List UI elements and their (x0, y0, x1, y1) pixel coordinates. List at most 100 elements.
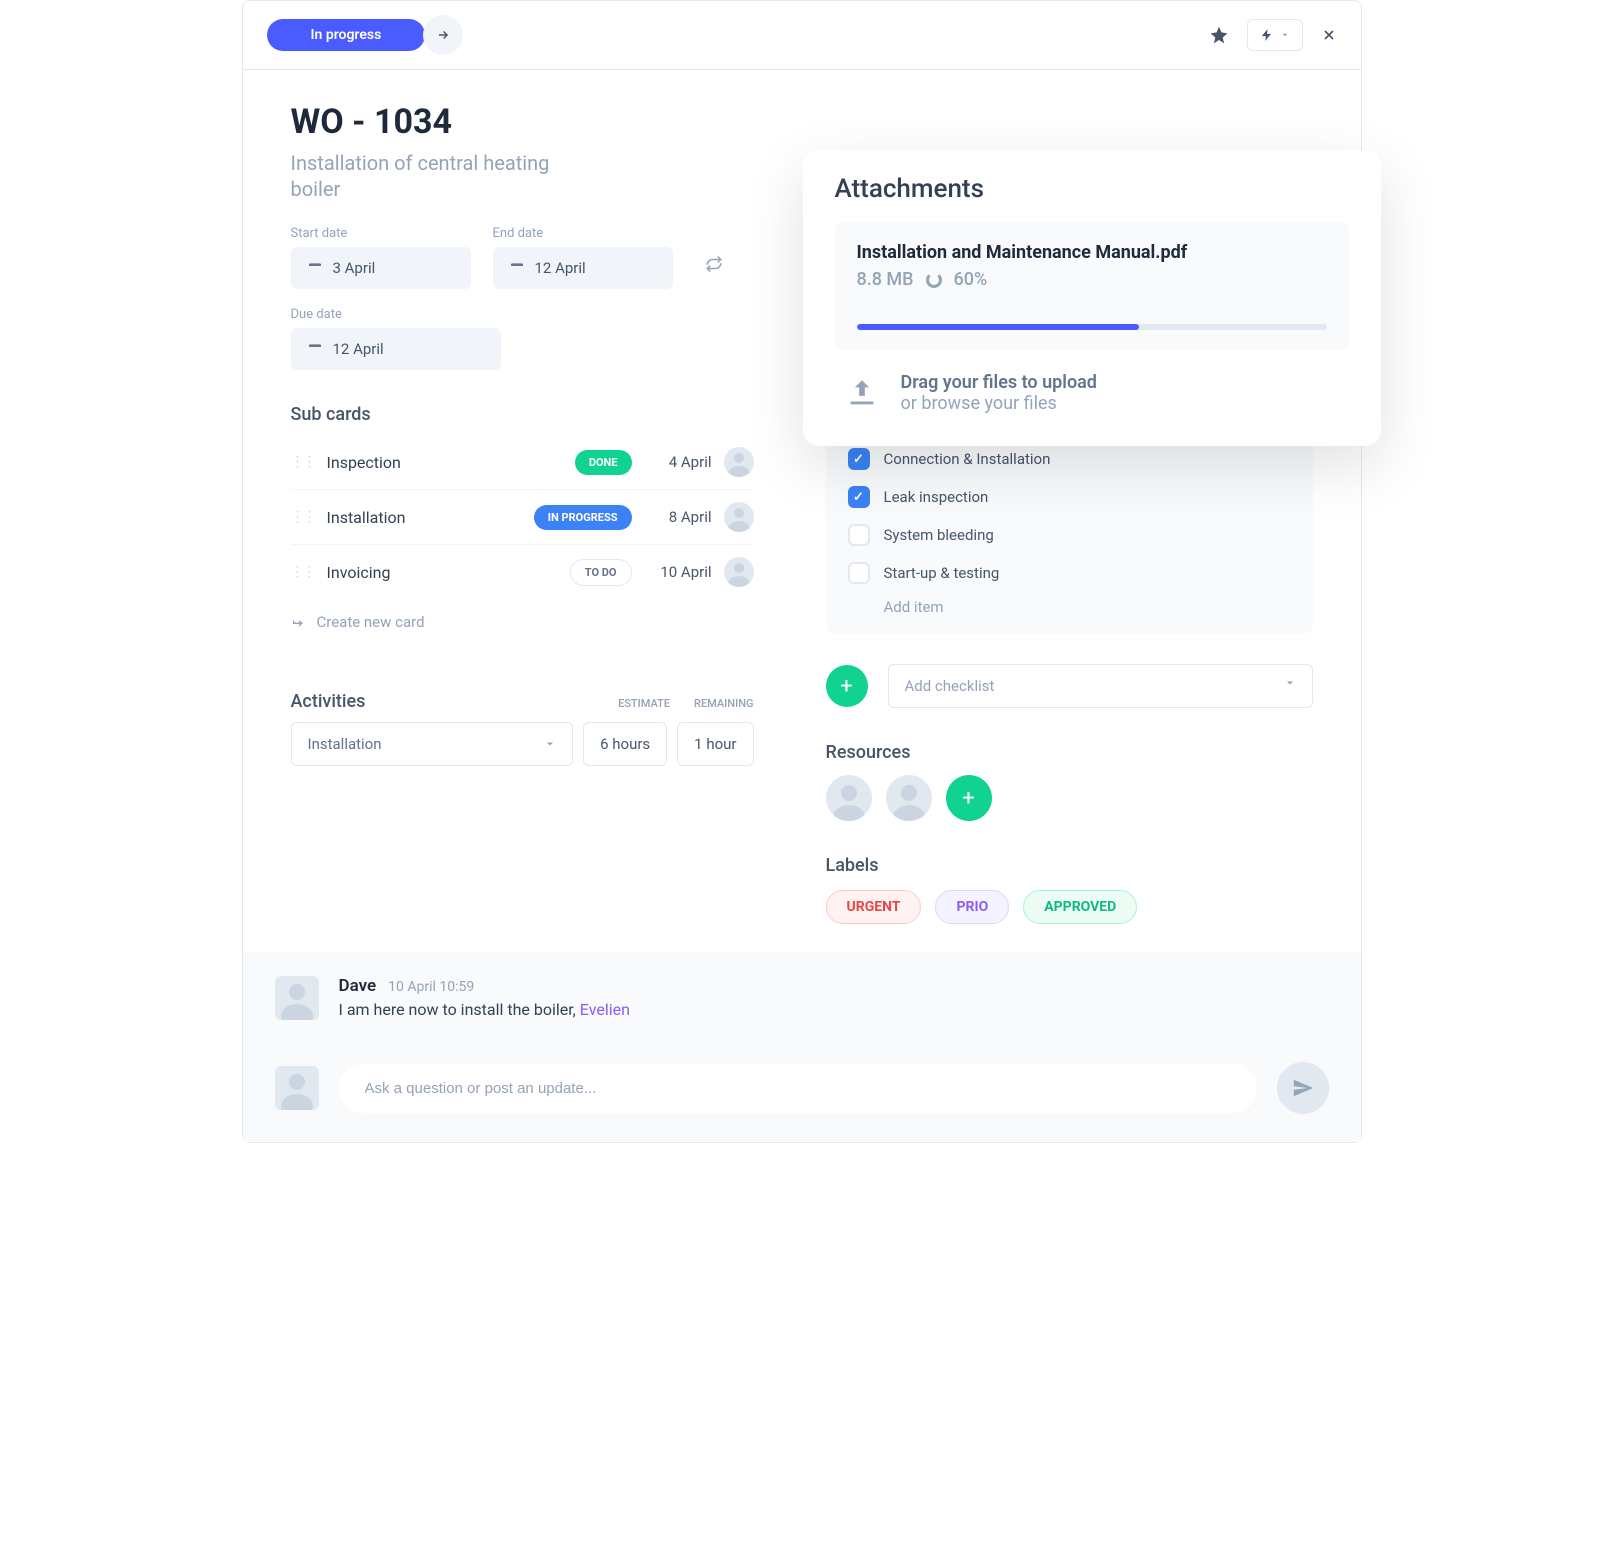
subcard-date: 10 April (644, 563, 712, 581)
subcard-date: 4 April (644, 453, 712, 471)
end-date-label: End date (493, 226, 673, 241)
checkbox[interactable] (848, 562, 870, 584)
add-checklist-select[interactable]: Add checklist (888, 664, 1313, 708)
start-date-value: 3 April (333, 259, 376, 277)
dropzone-line2: or browse your files (901, 393, 1097, 414)
subcard-status-badge: IN PROGRESS (534, 505, 632, 530)
due-date-field[interactable]: 12 April (291, 328, 501, 370)
checkbox[interactable] (848, 448, 870, 470)
due-date-label: Due date (291, 307, 754, 322)
upload-icon (845, 376, 879, 410)
create-subcard-link[interactable]: Create new card (291, 613, 754, 631)
dropzone[interactable]: Drag your files to upload or browse your… (835, 350, 1349, 420)
status-pill[interactable]: In progress (267, 19, 426, 51)
subcard-status-badge: TO DO (570, 559, 632, 586)
calendar-icon (307, 341, 323, 357)
subcards-heading: Sub cards (291, 404, 754, 425)
comment-author: Dave (339, 976, 377, 996)
checkbox[interactable] (848, 524, 870, 546)
checklist-item: Start-up & testing (848, 554, 1291, 592)
subcard-date: 8 April (644, 508, 712, 526)
resource-avatar[interactable] (826, 775, 872, 821)
subcard-name: Installation (327, 508, 522, 527)
activities-col-remaining: REMAINING (694, 697, 753, 710)
next-status-button[interactable] (423, 15, 463, 55)
add-checklist-item[interactable]: Add item (884, 592, 1291, 616)
start-date-field[interactable]: 3 April (291, 247, 471, 289)
upload-size: 8.8 MB (857, 269, 914, 290)
upload-filename: Installation and Maintenance Manual.pdf (857, 242, 1327, 263)
label-tag[interactable]: URGENT (826, 890, 922, 924)
chevron-down-icon (1284, 677, 1296, 689)
subcard-status-badge: DONE (575, 450, 632, 475)
star-icon (1209, 25, 1229, 45)
subcard-avatar[interactable] (724, 502, 754, 532)
due-date-value: 12 April (333, 340, 384, 358)
label-tag[interactable]: APPROVED (1023, 890, 1137, 924)
star-button[interactable] (1209, 25, 1229, 45)
subcard-row[interactable]: ⋮⋮ Inspection DONE 4 April (291, 435, 754, 490)
upload-progressbar (857, 324, 1327, 330)
close-icon (1321, 27, 1337, 43)
swap-icon (705, 255, 723, 273)
checklist-label: Connection & Installation (884, 450, 1051, 468)
add-checklist-button[interactable]: + (826, 665, 868, 707)
resource-avatar[interactable] (886, 775, 932, 821)
send-icon (1292, 1077, 1314, 1099)
chevron-down-icon (544, 738, 556, 750)
drag-handle-icon[interactable]: ⋮⋮ (291, 509, 315, 525)
checklist-label: Start-up & testing (884, 564, 1000, 582)
add-checklist-placeholder: Add checklist (905, 677, 995, 695)
lightning-icon (1260, 28, 1274, 42)
send-button[interactable] (1277, 1062, 1329, 1114)
end-date-field[interactable]: 12 April (493, 247, 673, 289)
checklist-label: Leak inspection (884, 488, 989, 506)
resources-heading: Resources (826, 742, 1313, 763)
subcard-name: Invoicing (327, 563, 558, 582)
return-icon (291, 614, 307, 630)
drag-handle-icon[interactable]: ⋮⋮ (291, 564, 315, 580)
comment-timestamp: 10 April 10:59 (388, 979, 474, 995)
checklist-label: System bleeding (884, 526, 994, 544)
subcard-name: Inspection (327, 453, 563, 472)
subcard-row[interactable]: ⋮⋮ Invoicing TO DO 10 April (291, 545, 754, 599)
upload-item: Installation and Maintenance Manual.pdf … (835, 222, 1349, 350)
subcard-row[interactable]: ⋮⋮ Installation IN PROGRESS 8 April (291, 490, 754, 545)
activities-col-estimate: ESTIMATE (618, 697, 670, 710)
label-tag[interactable]: PRIO (935, 890, 1009, 924)
chevron-down-icon (1280, 30, 1290, 40)
arrow-right-icon (436, 28, 450, 42)
start-date-label: Start date (291, 226, 471, 241)
labels-heading: Labels (826, 855, 1313, 876)
wo-title: Installation of central heating boiler (291, 150, 591, 202)
swap-dates-button[interactable] (705, 255, 723, 289)
attachments-heading: Attachments (835, 174, 1349, 204)
checkbox[interactable] (848, 486, 870, 508)
mention[interactable]: Evelien (580, 1000, 630, 1019)
add-resource-button[interactable]: + (946, 775, 992, 821)
loading-spinner-icon (926, 272, 942, 288)
calendar-icon (307, 260, 323, 276)
comment-input[interactable] (339, 1064, 1257, 1113)
comment-avatar (275, 976, 319, 1020)
close-button[interactable] (1321, 27, 1337, 43)
activity-select[interactable]: Installation (291, 722, 574, 766)
activities-heading: Activities (291, 691, 366, 712)
checklist-item: System bleeding (848, 516, 1291, 554)
dropzone-line1: Drag your files to upload (901, 372, 1097, 393)
end-date-value: 12 April (535, 259, 586, 277)
create-subcard-label: Create new card (317, 613, 425, 631)
activity-remaining[interactable]: 1 hour (677, 722, 753, 766)
subcard-avatar[interactable] (724, 557, 754, 587)
actions-menu[interactable] (1247, 19, 1303, 51)
activity-selected-value: Installation (308, 735, 382, 753)
attachments-panel: Attachments Installation and Maintenance… (803, 150, 1381, 446)
comment-text: I am here now to install the boiler, Eve… (339, 1000, 1329, 1019)
activity-estimate[interactable]: 6 hours (583, 722, 667, 766)
drag-handle-icon[interactable]: ⋮⋮ (291, 454, 315, 470)
subcard-avatar[interactable] (724, 447, 754, 477)
upload-percent: 60% (954, 269, 988, 290)
calendar-icon (509, 260, 525, 276)
checklist-item: Leak inspection (848, 478, 1291, 516)
current-user-avatar (275, 1066, 319, 1110)
